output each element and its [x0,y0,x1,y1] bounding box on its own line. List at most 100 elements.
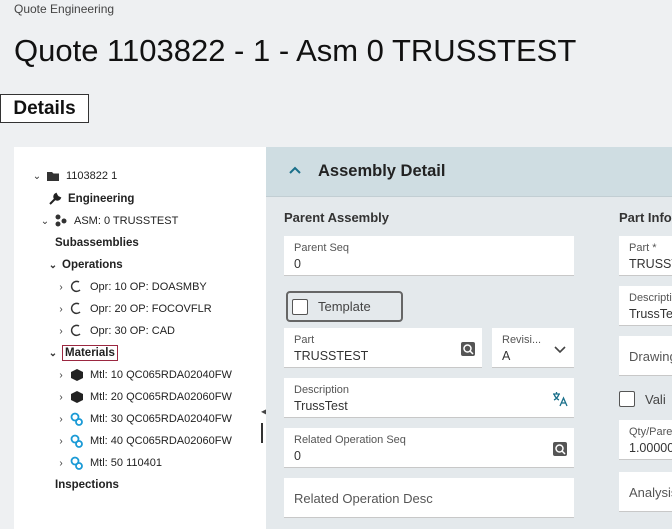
chevron-right-icon[interactable]: › [56,370,66,381]
field-value: TRUSSTEST [294,349,369,363]
operation-icon [70,324,84,338]
tree-node-inspections[interactable]: Inspections [55,475,119,495]
chevron-down-icon[interactable]: ⌄ [48,260,58,271]
tree-node-operation[interactable]: › Opr: 10 OP: DOASMBY [56,277,207,297]
tree-node-label: Mtl: 50 110401 [90,457,162,469]
search-icon[interactable] [552,441,568,457]
description-field[interactable]: Description TrussTest [284,378,574,418]
tree-node-label: Engineering [68,193,135,205]
analysis-field[interactable]: Analysis [619,472,672,512]
field-value: A [502,349,511,363]
breadcrumb[interactable]: Quote Engineering [14,2,114,16]
tree-node-label: Operations [62,259,123,271]
chevron-right-icon[interactable]: › [56,414,66,425]
tree-node-material[interactable]: › Mtl: 50 110401 [56,453,162,473]
tree-node-root[interactable]: ⌄ 1103822 1 [32,166,117,186]
chevron-right-icon[interactable]: › [56,392,66,403]
revision-select[interactable]: Revisi... A [492,328,574,368]
field-value: 1.00000 [629,441,672,455]
checkbox-label: Vali [645,391,666,407]
tree-node-label: Subassemblies [55,237,139,249]
tree-node-operation[interactable]: › Opr: 30 OP: CAD [56,321,175,341]
part-info-description-field[interactable]: Descriptio TrussTes [619,286,672,326]
tree-node-label: Mtl: 10 QC065RDA02040FW [90,369,232,381]
component-icon [70,456,84,470]
tree-node-label: Materials [62,345,118,361]
tree-node-label: Inspections [55,479,119,491]
tree-node-label: Opr: 10 OP: DOASMBY [90,281,207,293]
tree-node-materials[interactable]: ⌄ Materials [48,343,118,363]
folder-icon [46,169,60,183]
checkbox-icon[interactable] [292,298,308,315]
tree-node-label: Mtl: 30 QC065RDA02040FW [90,413,232,425]
section-part-information: Part Infor [619,210,672,225]
translate-icon[interactable] [552,391,568,407]
hexagon-icon [70,368,84,382]
field-value: TrussTes [629,307,672,321]
tree-node-engineering[interactable]: Engineering [48,189,134,209]
component-icon [70,412,84,426]
panel-header[interactable]: Assembly Detail [266,147,672,197]
chevron-down-icon[interactable] [552,341,568,357]
search-icon[interactable] [460,341,476,357]
tree-node-material[interactable]: › Mtl: 40 QC065RDA02060FW [56,431,232,451]
section-parent-assembly: Parent Assembly [284,210,390,225]
chevron-down-icon[interactable]: ⌄ [40,216,50,227]
field-value: 0 [294,257,301,271]
operation-icon [70,302,84,316]
valid-checkbox[interactable]: Vali [619,391,666,407]
chevron-down-icon[interactable]: ⌄ [48,348,58,359]
part-field[interactable]: Part TRUSSTEST [284,328,482,368]
chevron-right-icon[interactable]: › [56,458,66,469]
related-operation-desc-field[interactable]: Related Operation Desc [284,478,574,518]
part-info-part-field[interactable]: Part * TRUSST [619,236,672,276]
field-label: Descriptio [629,292,672,304]
tree-node-operation[interactable]: › Opr: 20 OP: FOCOVFLR [56,299,212,319]
field-label: Qty/Pare [629,426,672,438]
field-label: Part [294,334,315,346]
chevron-right-icon[interactable]: › [56,436,66,447]
field-label: Description [294,384,350,396]
tree-node-label: Mtl: 20 QC065RDA02060FW [90,391,232,403]
tree-node-label: ASM: 0 TRUSSTEST [74,215,179,227]
chevron-up-icon[interactable] [288,163,302,177]
page-title: Quote 1103822 - 1 - Asm 0 TRUSSTEST [14,33,577,68]
panel-splitter[interactable] [261,423,263,443]
tree-node-subassemblies[interactable]: Subassemblies [55,233,139,253]
field-label: Drawing [629,349,672,364]
tree-node-operations[interactable]: ⌄ Operations [48,255,123,275]
chevron-right-icon[interactable]: › [56,326,66,337]
tree-node-material[interactable]: › Mtl: 20 QC065RDA02060FW [56,387,232,407]
field-label: Analysis [629,485,672,500]
field-label: Parent Seq [294,242,350,254]
tree-node-material[interactable]: › Mtl: 10 QC065RDA02040FW [56,365,232,385]
field-value: TRUSST [629,257,672,271]
checkbox-label: Template [318,299,371,314]
method-tree: ⌄ 1103822 1 Engineering ⌄ ASM: 0 TRUSSTE… [14,147,266,529]
qty-per-parent-field[interactable]: Qty/Pare 1.00000 [619,420,672,460]
chevron-right-icon[interactable]: › [56,304,66,315]
tab-details[interactable]: Details [0,94,89,123]
tree-node-label: Opr: 30 OP: CAD [90,325,175,337]
chevron-down-icon[interactable]: ⌄ [32,171,42,182]
chevron-right-icon[interactable]: › [56,282,66,293]
checkbox-icon[interactable] [619,391,635,407]
collapse-left-icon[interactable]: ◀ [261,407,267,417]
assembly-icon [54,214,68,228]
parent-seq-field[interactable]: Parent Seq 0 [284,236,574,276]
template-checkbox[interactable]: Template [286,291,403,322]
drawing-field[interactable]: Drawing [619,336,672,376]
field-label: Related Operation Seq [294,434,406,446]
tree-node-material[interactable]: › Mtl: 30 QC065RDA02040FW [56,409,232,429]
operation-icon [70,280,84,294]
assembly-detail-panel: Assembly Detail Parent Assembly Part Inf… [266,147,672,529]
related-operation-seq-field[interactable]: Related Operation Seq 0 [284,428,574,468]
component-icon [70,434,84,448]
tree-node-assembly[interactable]: ⌄ ASM: 0 TRUSSTEST [40,211,178,231]
tree-node-label: Mtl: 40 QC065RDA02060FW [90,435,232,447]
hexagon-icon [70,390,84,404]
tree-node-label: Opr: 20 OP: FOCOVFLR [90,303,212,315]
field-label: Revisi... [502,334,542,346]
panel-title: Assembly Detail [318,162,446,180]
field-label: Related Operation Desc [294,491,433,506]
